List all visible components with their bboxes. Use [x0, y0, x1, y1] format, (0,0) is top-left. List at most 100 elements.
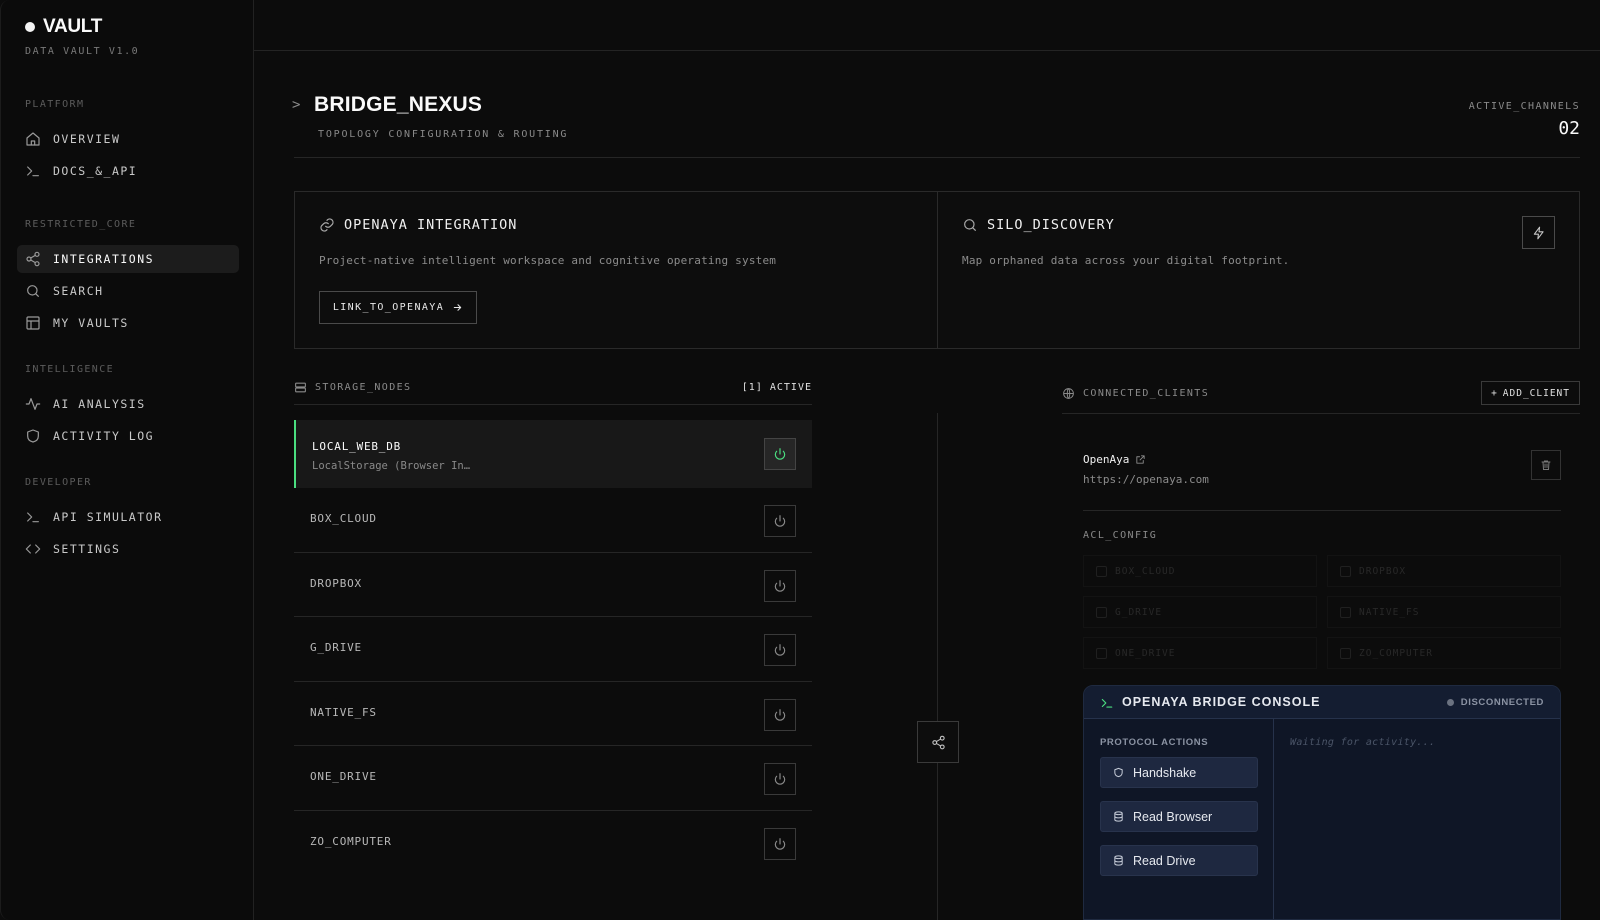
database-icon: [1114, 855, 1123, 866]
brand[interactable]: VAULT: [25, 16, 102, 38]
acl-checkbox-box-cloud[interactable]: BOX_CLOUD: [1083, 555, 1317, 587]
action-label: Read Browser: [1133, 809, 1213, 824]
storage-node-zo-computer[interactable]: ZO_COMPUTER: [294, 811, 812, 876]
sidebar-item-label: DOCS_&_API: [53, 164, 138, 178]
storage-node-g-drive[interactable]: G_DRIVE: [294, 617, 812, 682]
read-drive-button[interactable]: Read Drive: [1100, 845, 1258, 876]
layout-icon: [26, 316, 40, 330]
handshake-button[interactable]: Handshake: [1100, 757, 1258, 788]
nav-section-title: RESTRICTED_CORE: [25, 219, 137, 230]
brand-name: VAULT: [43, 16, 103, 37]
power-toggle-button[interactable]: [764, 438, 796, 470]
acl-label: ONE_DRIVE: [1115, 647, 1176, 659]
brand-dot-icon: [25, 22, 35, 32]
bridge-connect-button[interactable]: [917, 721, 959, 763]
node-name: G_DRIVE: [310, 641, 362, 654]
acl-checkbox-native-fs[interactable]: NATIVE_FS: [1327, 596, 1561, 628]
nav-section-title: PLATFORM: [25, 99, 85, 110]
sidebar-item-overview[interactable]: OVERVIEW: [17, 125, 239, 153]
power-toggle-button[interactable]: [764, 505, 796, 537]
power-toggle-button[interactable]: [764, 698, 796, 731]
add-client-button[interactable]: + ADD_CLIENT: [1481, 381, 1580, 405]
acl-checkbox-g-drive[interactable]: G_DRIVE: [1083, 596, 1317, 628]
nav-section-developer: DEVELOPER API SIMULATOR SETTINGS: [17, 477, 239, 567]
silo-discovery-card: SILO_DISCOVERY Map orphaned data across …: [937, 191, 1580, 349]
card-description: Project-native intelligent workspace and…: [319, 254, 777, 267]
sidebar-item-api-simulator[interactable]: API SIMULATOR: [17, 503, 239, 531]
run-discovery-button[interactable]: [1522, 216, 1555, 249]
section-title: STORAGE_NODES: [315, 382, 412, 393]
checkbox-icon: [1340, 647, 1351, 659]
power-toggle-button[interactable]: [764, 763, 796, 795]
button-label: ADD_CLIENT: [1502, 387, 1570, 399]
link-icon: [320, 218, 334, 232]
external-link-icon[interactable]: [1135, 454, 1146, 465]
status-dot-icon: [1446, 699, 1454, 706]
acl-checkbox-one-drive[interactable]: ONE_DRIVE: [1083, 637, 1317, 669]
header-divider: [294, 157, 1580, 158]
nav-section-platform: PLATFORM OVERVIEW DOCS_&_API: [17, 99, 239, 189]
terminal-icon: [27, 166, 39, 177]
node-description: LocalStorage (Browser In…: [312, 460, 471, 472]
delete-client-button[interactable]: [1531, 450, 1561, 480]
shield-icon: [27, 429, 39, 443]
brand-version: DATA VAULT V1.0: [25, 46, 140, 57]
storage-node-local-web-db[interactable]: LOCAL_WEB_DB LocalStorage (Browser In…: [294, 420, 812, 488]
sidebar-item-integrations[interactable]: INTEGRATIONS: [17, 245, 239, 273]
node-name: BOX_CLOUD: [310, 512, 377, 525]
page-subtitle: TOPOLOGY CONFIGURATION & ROUTING: [318, 129, 569, 140]
status-text: DISCONNECTED: [1460, 697, 1544, 708]
checkbox-icon: [1096, 565, 1107, 577]
acl-checkbox-dropbox[interactable]: DROPBOX: [1327, 555, 1561, 587]
sidebar-item-label: AI ANALYSIS: [53, 397, 146, 411]
storage-node-box-cloud[interactable]: BOX_CLOUD: [294, 488, 812, 553]
sidebar-item-activity-log[interactable]: ACTIVITY LOG: [17, 422, 239, 450]
checkbox-icon: [1340, 606, 1351, 618]
sidebar-item-label: OVERVIEW: [53, 132, 121, 146]
openaya-integration-card: OPENAYA INTEGRATION Project-native intel…: [294, 191, 938, 349]
search-icon: [964, 219, 976, 231]
sidebar-item-label: SEARCH: [53, 284, 104, 298]
storage-node-list: LOCAL_WEB_DB LocalStorage (Browser In… B…: [294, 420, 812, 875]
power-toggle-button[interactable]: [764, 634, 796, 666]
home-icon: [26, 132, 40, 146]
node-name: ONE_DRIVE: [310, 770, 377, 783]
protocol-actions-label: PROTOCOL ACTIONS: [1100, 737, 1209, 748]
storage-node-native-fs[interactable]: NATIVE_FS: [294, 682, 812, 746]
protocol-actions-panel: PROTOCOL ACTIONS Handshake Read Browser …: [1084, 719, 1274, 919]
connection-status: DISCONNECTED: [1446, 697, 1544, 708]
action-label: Handshake: [1133, 765, 1197, 780]
client-name-text: OpenAya: [1083, 453, 1130, 466]
sidebar-item-search[interactable]: SEARCH: [17, 277, 239, 305]
storage-node-dropbox[interactable]: DROPBOX: [294, 553, 812, 617]
bridge-console: OPENAYA BRIDGE CONSOLE DISCONNECTED PROT…: [1083, 685, 1561, 920]
button-label: LINK_TO_OPENAYA: [332, 302, 445, 313]
power-toggle-button[interactable]: [764, 569, 796, 602]
terminal-icon: [27, 512, 39, 523]
connected-clients-title: CONNECTED_CLIENTS: [1062, 387, 1209, 400]
sidebar-item-label: INTEGRATIONS: [53, 252, 155, 266]
server-icon: [295, 382, 306, 393]
acl-label: G_DRIVE: [1115, 606, 1163, 618]
terminal-icon: [1101, 698, 1113, 708]
card-description: Map orphaned data across your digital fo…: [962, 254, 1290, 267]
top-bar: [254, 0, 1600, 51]
sidebar-item-settings[interactable]: SETTINGS: [17, 535, 239, 563]
client-name[interactable]: OpenAya: [1083, 453, 1146, 466]
power-toggle-button[interactable]: [764, 827, 796, 860]
storage-node-one-drive[interactable]: ONE_DRIVE: [294, 746, 812, 811]
acl-checkbox-zo-computer[interactable]: ZO_COMPUTER: [1327, 637, 1561, 669]
active-count: [1] ACTIVE: [741, 382, 812, 393]
sidebar-item-ai-analysis[interactable]: AI ANALYSIS: [17, 390, 239, 418]
sidebar-item-my-vaults[interactable]: MY VAULTS: [17, 309, 239, 337]
checkbox-icon: [1096, 647, 1107, 659]
sidebar-item-label: API SIMULATOR: [53, 510, 163, 524]
nav-section-restricted-core: RESTRICTED_CORE INTEGRATIONS SEARCH MY V…: [17, 219, 239, 341]
activity-icon: [25, 398, 41, 410]
power-icon: [774, 579, 786, 592]
read-browser-button[interactable]: Read Browser: [1100, 801, 1258, 832]
share-icon: [931, 735, 945, 749]
link-to-openaya-button[interactable]: LINK_TO_OPENAYA: [319, 291, 477, 324]
sidebar-item-docs-api[interactable]: DOCS_&_API: [17, 157, 239, 185]
acl-label: ZO_COMPUTER: [1359, 647, 1433, 659]
